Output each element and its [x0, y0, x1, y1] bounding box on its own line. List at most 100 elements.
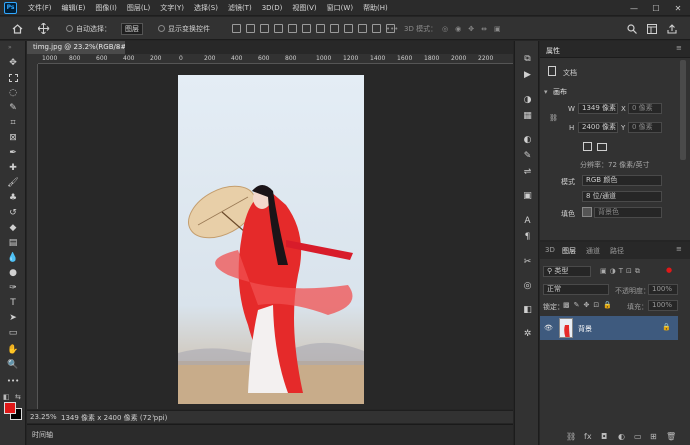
auto-select-value[interactable]: 图层 — [121, 22, 143, 35]
show-transform-check-icon[interactable] — [158, 25, 165, 32]
character-panel-icon[interactable]: A — [522, 215, 533, 226]
minimize-button[interactable]: — — [623, 0, 645, 16]
layer-style-icon[interactable]: fx — [584, 432, 592, 441]
pen-tool-icon[interactable]: ✑ — [7, 282, 19, 294]
paragraph-panel-icon[interactable]: ¶ — [522, 231, 533, 242]
fill-select[interactable]: 背景色 — [594, 207, 662, 218]
move-tool-preset-icon[interactable] — [38, 21, 52, 36]
hand-tool-icon[interactable]: ✋ — [7, 344, 19, 356]
menu-edit[interactable]: 编辑(E) — [57, 0, 91, 16]
rectangle-tool-icon[interactable]: ▭ — [7, 327, 19, 339]
clone-stamp-tool-icon[interactable]: ♣ — [7, 192, 19, 204]
new-layer-icon[interactable]: ⊞ — [650, 432, 657, 441]
link-layers-icon[interactable]: ⛓ — [566, 432, 576, 441]
align-bottom-icon[interactable] — [302, 24, 311, 33]
navigator-panel-icon[interactable]: ◎ — [522, 280, 533, 291]
more-options-icon[interactable]: ••• — [386, 21, 398, 36]
align-right-icon[interactable] — [260, 24, 269, 33]
color-panel-icon[interactable]: ◑ — [522, 94, 533, 105]
brush-tool-icon[interactable]: 🖌 — [7, 177, 19, 189]
menu-window[interactable]: 窗口(W) — [322, 0, 358, 16]
layer-mask-icon[interactable]: ◘ — [601, 432, 607, 441]
maximize-button[interactable]: ☐ — [645, 0, 667, 16]
new-group-icon[interactable]: ▭ — [634, 432, 642, 441]
lasso-tool-icon[interactable]: ◌ — [7, 87, 19, 99]
3d-scale-icon[interactable]: ▣ — [494, 25, 501, 33]
default-colors-icon[interactable]: ◧ — [3, 393, 10, 401]
brush-settings-icon[interactable]: ✎ — [522, 150, 533, 161]
menu-view[interactable]: 视图(V) — [287, 0, 321, 16]
tab-channels[interactable]: 通道 — [586, 246, 600, 256]
3d-roll-icon[interactable]: ◉ — [455, 25, 461, 33]
path-selection-tool-icon[interactable]: ➤ — [7, 312, 19, 324]
gradient-tool-icon[interactable]: ▤ — [7, 237, 19, 249]
close-tab-icon[interactable]: × — [115, 41, 121, 54]
properties-tab[interactable]: 属性 — [546, 46, 560, 56]
frame-tool-icon[interactable]: ⊠ — [7, 132, 19, 144]
timeline-label[interactable]: 时间轴 — [32, 430, 53, 440]
tool-presets-icon[interactable]: ✂ — [522, 256, 533, 267]
menu-filter[interactable]: 滤镜(T) — [223, 0, 257, 16]
history-panel-icon[interactable]: ⧉ — [522, 53, 533, 64]
3d-orbit-icon[interactable]: ◎ — [442, 25, 448, 33]
distribute-center-icon[interactable] — [372, 24, 381, 33]
tab-paths[interactable]: 路径 — [610, 246, 624, 256]
distribute-top-icon[interactable] — [316, 24, 325, 33]
portrait-orientation-icon[interactable] — [583, 142, 592, 151]
foreground-color-swatch[interactable] — [4, 402, 16, 414]
zoom-tool-icon[interactable]: 🔍 — [7, 359, 19, 371]
panel-menu-icon[interactable]: ≡ — [676, 44, 682, 52]
tab-3d[interactable]: 3D — [545, 246, 555, 254]
menu-type[interactable]: 文字(Y) — [155, 0, 189, 16]
collapse-caret-icon[interactable]: ▾ — [544, 88, 548, 96]
align-center-icon[interactable] — [246, 24, 255, 33]
close-window-button[interactable]: ✕ — [667, 0, 689, 16]
auto-select-check-icon[interactable] — [66, 25, 73, 32]
document-canvas-image[interactable] — [178, 75, 364, 404]
history-brush-tool-icon[interactable]: ↺ — [7, 207, 19, 219]
align-top-icon[interactable] — [274, 24, 283, 33]
3d-panel-icon[interactable]: ✲ — [522, 328, 533, 339]
adjustments-panel-icon[interactable]: ◐ — [522, 134, 533, 145]
adjustment-layer-icon[interactable]: ◐ — [618, 432, 625, 441]
align-middle-icon[interactable] — [288, 24, 297, 33]
eyedropper-tool-icon[interactable]: ✒ — [7, 147, 19, 159]
menu-help[interactable]: 帮助(H) — [358, 0, 393, 16]
x-field[interactable]: 0 像素 — [628, 103, 662, 114]
search-icon[interactable] — [627, 21, 637, 36]
libraries-panel-icon[interactable]: ▣ — [522, 190, 533, 201]
properties-slider-icon[interactable]: ⇌ — [522, 166, 533, 177]
healing-brush-tool-icon[interactable]: ✚ — [7, 162, 19, 174]
lock-icons[interactable]: ▩✎✥⊡🔒 — [563, 301, 616, 309]
show-transform-controls[interactable]: 显示变换控件 — [158, 21, 210, 36]
y-field[interactable]: 0 像素 — [628, 122, 662, 133]
status-menu-icon[interactable]: › — [152, 412, 155, 420]
menu-file[interactable]: 文件(F) — [23, 0, 57, 16]
blend-mode-select[interactable]: 正常 — [543, 284, 609, 295]
type-tool-icon[interactable]: T — [7, 297, 19, 309]
3d-slide-icon[interactable]: ⇹ — [481, 25, 487, 33]
toolbar-collapse-icon[interactable]: » — [8, 44, 12, 51]
menu-3d[interactable]: 3D(D) — [257, 0, 288, 16]
move-tool-icon[interactable]: ✥ — [7, 57, 19, 69]
quick-select-tool-icon[interactable]: ✎ — [7, 102, 19, 114]
3d-pan-icon[interactable]: ✥ — [468, 25, 474, 33]
auto-select-checkbox[interactable]: 自动选择： — [66, 21, 111, 36]
actions-panel-icon[interactable]: ▶ — [522, 69, 533, 80]
swatches-panel-icon[interactable]: ▦ — [522, 110, 533, 121]
height-field[interactable]: 2400 像素 — [578, 122, 618, 133]
distribute-left-icon[interactable] — [358, 24, 367, 33]
edit-toolbar-icon[interactable]: ••• — [7, 375, 19, 387]
properties-scrollbar[interactable] — [680, 60, 686, 160]
document-tab[interactable]: timg.jpg @ 23.2%(RGB/8#) × — [27, 41, 129, 54]
layer-filter-icons[interactable]: ▣◑T⊡⧉ — [600, 267, 643, 276]
distribute-middle-icon[interactable] — [330, 24, 339, 33]
menu-select[interactable]: 选择(S) — [189, 0, 223, 16]
distribute-bottom-icon[interactable] — [344, 24, 353, 33]
delete-layer-icon[interactable]: 🗑 — [666, 432, 676, 441]
opacity-field[interactable]: 100% — [648, 284, 678, 295]
home-icon[interactable] — [12, 21, 23, 36]
align-left-icon[interactable] — [232, 24, 241, 33]
swap-colors-icon[interactable]: ⇆ — [15, 393, 21, 401]
layers-menu-icon[interactable]: ≡ — [676, 245, 682, 253]
